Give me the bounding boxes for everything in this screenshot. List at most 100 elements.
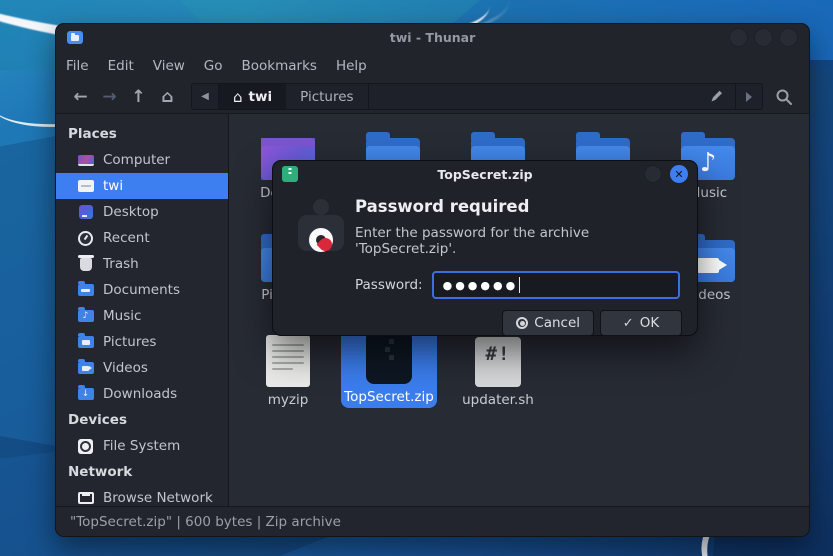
cancel-button-label: Cancel	[534, 315, 580, 331]
sidebar-item-pictures[interactable]: Pictures	[56, 329, 228, 355]
sidebar-item-label: Documents	[103, 282, 180, 298]
pencil-icon	[709, 89, 724, 104]
computer-icon	[77, 152, 94, 169]
sidebar-item-label: Trash	[103, 256, 139, 272]
check-icon: ✓	[623, 316, 634, 331]
minimize-button[interactable]	[729, 28, 748, 47]
sidebar-item-twi[interactable]: twi	[56, 173, 228, 199]
sidebar-item-videos[interactable]: Videos	[56, 355, 228, 381]
file-label: updater.sh	[462, 392, 534, 408]
sidebar-item-label: Videos	[103, 360, 148, 376]
sidebar-item-label: Music	[103, 308, 141, 324]
password-masked-value: ●●●●●●	[443, 279, 519, 292]
forward-icon[interactable]: →	[95, 84, 124, 110]
breadcrumb-label: Pictures	[300, 89, 353, 105]
toolbar: ← → ↑ ⌂ ◀ ⌂ twi Pictures	[56, 80, 809, 114]
file-myzip[interactable]: myzip	[240, 331, 336, 408]
password-label: Password:	[355, 277, 423, 293]
edit-path-button[interactable]	[697, 84, 735, 109]
sidebar-item-label: Downloads	[103, 386, 177, 402]
status-bar: "TopSecret.zip" | 600 bytes | Zip archiv…	[56, 506, 809, 536]
file-updater-sh[interactable]: #! updater.sh	[450, 331, 546, 408]
pictures-folder-icon	[77, 334, 94, 351]
maximize-button[interactable]	[754, 28, 773, 47]
dialog-close-button[interactable]: ✕	[670, 165, 688, 183]
dialog-heading: Password required	[355, 197, 682, 216]
menu-bookmarks[interactable]: Bookmarks	[242, 58, 317, 74]
desktop: twi - Thunar File Edit View Go Bookmarks…	[0, 0, 833, 556]
expand-toolbar-button[interactable]	[735, 84, 762, 109]
downloads-folder-icon: ↓	[77, 386, 94, 403]
breadcrumb-pictures[interactable]: Pictures	[286, 84, 368, 109]
sidebar-item-label: Desktop	[103, 204, 159, 220]
file-label: TopSecret.zip	[344, 389, 434, 405]
dialog-minimize-button[interactable]	[644, 165, 662, 183]
sidebar-header-network: Network	[56, 459, 228, 485]
password-input[interactable]: ●●●●●●	[432, 271, 680, 299]
sidebar-item-label: twi	[103, 178, 123, 194]
sidebar-item-desktop[interactable]: Desktop	[56, 199, 228, 225]
sidebar-item-recent[interactable]: Recent	[56, 225, 228, 251]
lock-icon	[295, 199, 347, 251]
documents-folder-icon	[77, 282, 94, 299]
sidebar-header-devices: Devices	[56, 407, 228, 433]
path-spacer	[369, 84, 697, 109]
sidebar-item-music[interactable]: ♪ Music	[56, 303, 228, 329]
sidebar-item-trash[interactable]: Trash	[56, 251, 228, 277]
sidebar-item-label: Recent	[103, 230, 150, 246]
home-icon[interactable]: ⌂	[153, 84, 182, 110]
cancel-icon	[516, 317, 528, 329]
chevron-left-icon[interactable]: ◀	[192, 84, 219, 109]
home-folder-icon	[77, 178, 94, 195]
cancel-button[interactable]: Cancel	[502, 310, 594, 336]
network-icon	[77, 490, 94, 507]
title-bar[interactable]: twi - Thunar	[56, 24, 809, 51]
breadcrumb-current[interactable]: ⌂ twi	[219, 84, 286, 109]
dialog-title: TopSecret.zip	[273, 167, 697, 182]
sidebar-item-downloads[interactable]: ↓ Downloads	[56, 381, 228, 407]
drive-icon	[77, 438, 94, 455]
back-icon[interactable]: ←	[66, 84, 95, 110]
ok-button-label: OK	[640, 315, 659, 331]
search-icon	[775, 88, 793, 106]
window-title: twi - Thunar	[56, 30, 809, 45]
clock-icon	[77, 230, 94, 247]
close-icon: ✕	[674, 169, 683, 180]
breadcrumb-home-icon: ⌂	[233, 88, 243, 106]
menu-view[interactable]: View	[153, 58, 185, 74]
password-dialog: TopSecret.zip ✕ Password required Enter …	[272, 160, 698, 336]
sidebar-header-places: Places	[56, 121, 228, 147]
menu-bar: File Edit View Go Bookmarks Help	[56, 51, 809, 80]
menu-help[interactable]: Help	[336, 58, 367, 74]
triangle-right-icon	[746, 92, 752, 102]
sidebar: Places Computer twi Desktop Recent	[56, 114, 229, 506]
dialog-message: Enter the password for the archive 'TopS…	[355, 225, 682, 257]
sidebar-item-label: Computer	[103, 152, 170, 168]
sidebar-item-label: Pictures	[103, 334, 156, 350]
text-cursor	[519, 277, 520, 293]
videos-folder-icon	[77, 360, 94, 377]
zip-archive-icon	[366, 334, 412, 384]
file-label: myzip	[268, 392, 309, 408]
sidebar-item-computer[interactable]: Computer	[56, 147, 228, 173]
menu-file[interactable]: File	[66, 58, 89, 74]
sidebar-item-label: Browse Network	[103, 490, 213, 506]
menu-edit[interactable]: Edit	[108, 58, 134, 74]
path-bar: ◀ ⌂ twi Pictures	[191, 83, 763, 110]
menu-go[interactable]: Go	[204, 58, 223, 74]
sidebar-item-documents[interactable]: Documents	[56, 277, 228, 303]
sidebar-item-label: File System	[103, 438, 180, 454]
ok-button[interactable]: ✓ OK	[600, 310, 682, 336]
up-icon[interactable]: ↑	[124, 84, 153, 110]
status-text: "TopSecret.zip" | 600 bytes | Zip archiv…	[70, 514, 341, 530]
desktop-icon	[77, 204, 94, 221]
sidebar-item-file-system[interactable]: File System	[56, 433, 228, 459]
dialog-title-bar[interactable]: TopSecret.zip ✕	[273, 161, 697, 187]
shell-script-icon: #!	[475, 337, 521, 387]
file-topsecret-zip[interactable]: TopSecret.zip	[341, 328, 437, 408]
close-button[interactable]	[779, 28, 798, 47]
search-button[interactable]	[769, 88, 799, 106]
text-file-icon	[266, 335, 310, 387]
trash-icon	[77, 256, 94, 273]
music-folder-icon: ♪	[77, 308, 94, 325]
